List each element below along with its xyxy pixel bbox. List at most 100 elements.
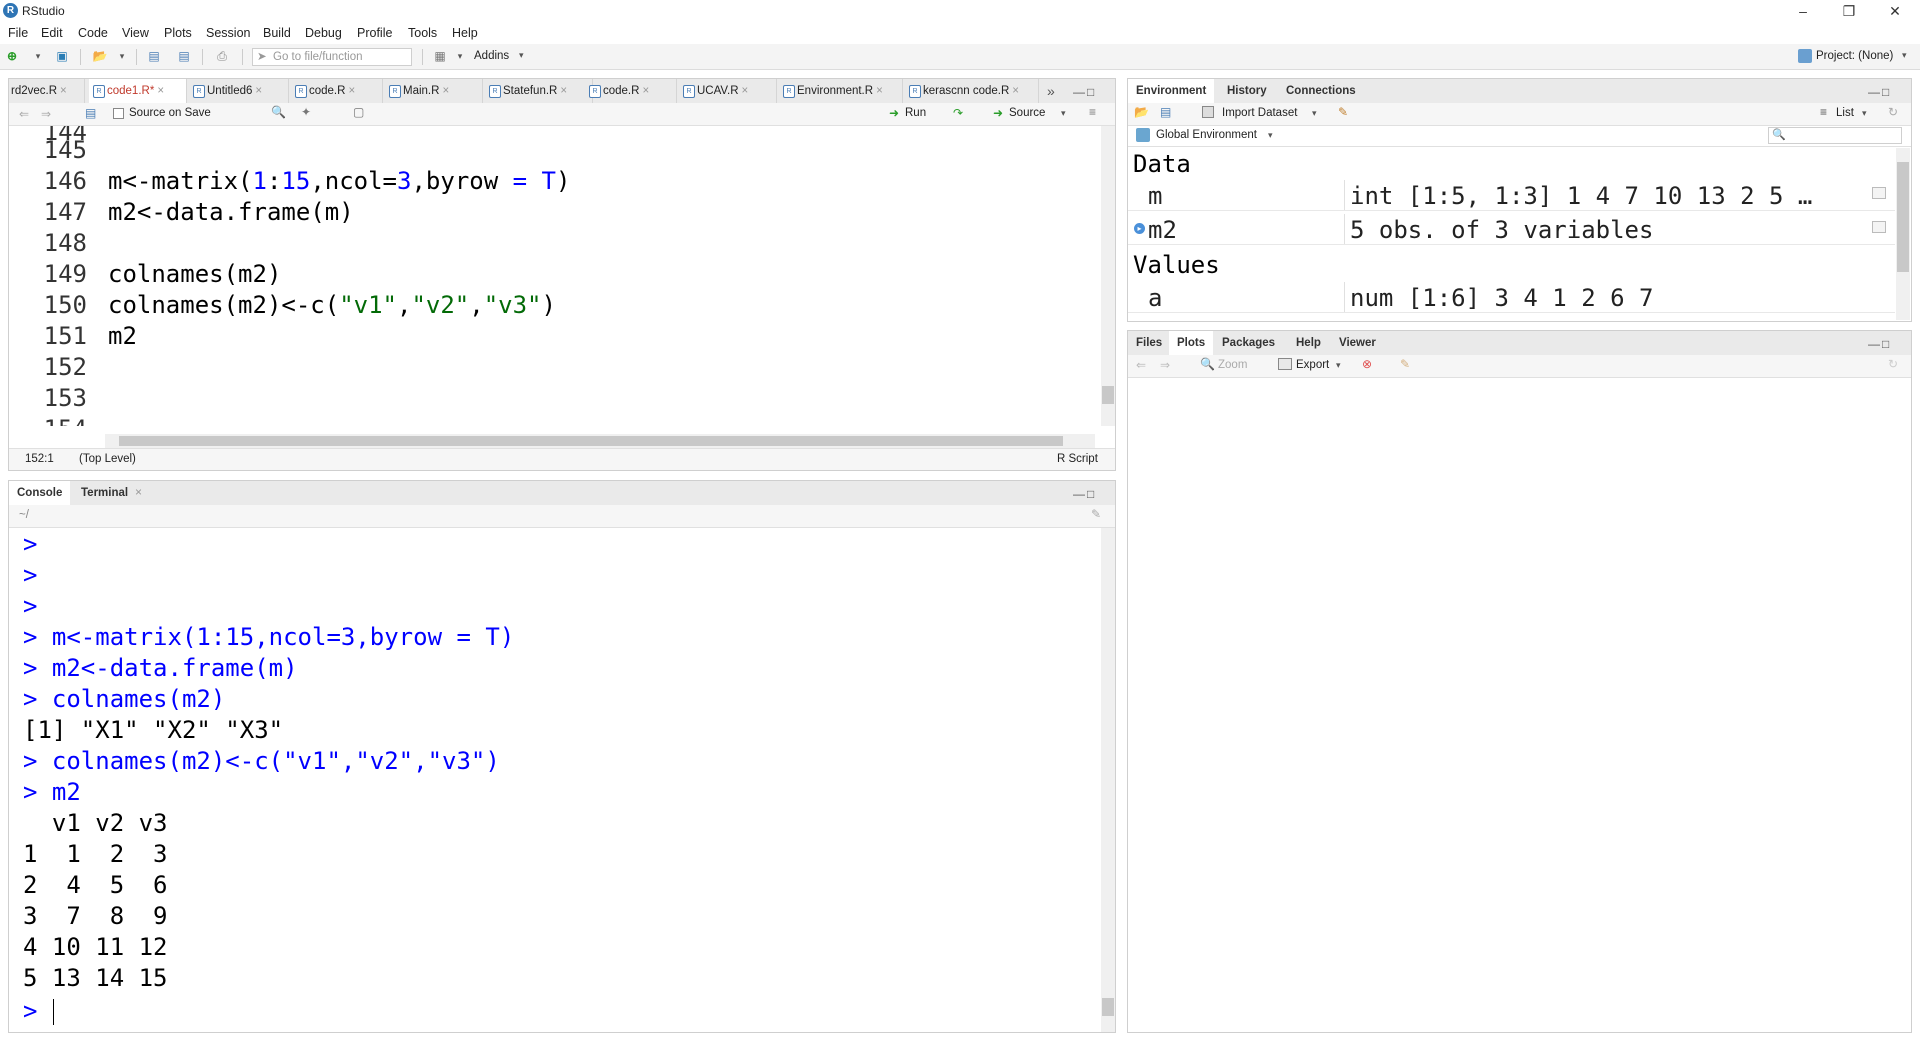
env-row[interactable]: m int [1:5, 1:3] 1 4 7 10 13 2 5 … (1128, 180, 1895, 211)
wand-icon[interactable]: ✦ (301, 105, 311, 119)
tab-file[interactable]: R UCAV.R × (679, 79, 777, 103)
console-output[interactable]: > > > > m<-matrix(1:15,ncol=3,byrow = T) > m… (9, 528, 1099, 1032)
source-button[interactable]: Source (1009, 107, 1045, 119)
console-input-line[interactable]: > (23, 997, 55, 1025)
menu-view[interactable]: View (122, 26, 149, 40)
tab-environment[interactable]: Environment (1128, 79, 1215, 103)
save-icon[interactable]: ▤ (146, 49, 162, 64)
close-icon[interactable]: × (876, 85, 883, 97)
scroll-thumb[interactable] (1102, 386, 1114, 404)
pane-minmax-icon[interactable]: —□ (1073, 487, 1096, 501)
compile-report-icon[interactable]: ▢ (353, 105, 364, 119)
menu-session[interactable]: Session (206, 26, 250, 40)
import-dropdown-icon[interactable]: ▾ (1312, 108, 1317, 119)
code-area[interactable]: 144 145 146 147 148 149 150 151 152 153 … (9, 126, 1099, 426)
pane-minmax-icon[interactable]: —□ (1073, 85, 1096, 99)
tab-history[interactable]: History (1219, 79, 1275, 103)
layout-dropdown-icon[interactable]: ▾ (452, 49, 468, 64)
tab-packages[interactable]: Packages (1214, 331, 1283, 355)
save-all-icon[interactable]: ▤ (176, 49, 192, 64)
tab-connections[interactable]: Connections (1278, 79, 1364, 103)
open-dropdown-icon[interactable]: ▾ (114, 49, 130, 64)
new-project-icon[interactable]: ▣ (54, 49, 70, 64)
close-icon[interactable]: × (60, 85, 67, 97)
env-row[interactable]: a num [1:6] 3 4 1 2 6 7 (1128, 282, 1895, 313)
print-icon[interactable]: ⎙ (214, 49, 230, 64)
editor-hscrollbar[interactable] (105, 434, 1095, 448)
scroll-thumb[interactable] (119, 436, 1063, 446)
env-search-input[interactable]: 🔍 (1768, 127, 1902, 144)
refresh-icon[interactable]: ↻ (1888, 105, 1898, 119)
tab-file[interactable]: Rkerascnn code.R × (905, 79, 1039, 103)
view-table-icon[interactable] (1872, 187, 1886, 199)
editor-vscrollbar[interactable] (1101, 126, 1115, 426)
scope-selector[interactable]: (Top Level) (79, 453, 136, 465)
menu-code[interactable]: Code (78, 26, 108, 40)
maximize-button[interactable]: ❐ (1826, 0, 1872, 22)
dropdown-arrow-icon[interactable]: ▾ (30, 49, 46, 64)
back-arrow-icon[interactable]: ⇐ (19, 107, 29, 121)
tab-files[interactable]: Files (1128, 331, 1170, 355)
close-icon[interactable]: × (642, 85, 649, 97)
export-dropdown-icon[interactable]: ▾ (1336, 360, 1341, 371)
run-button[interactable]: Run (905, 107, 926, 119)
prev-plot-icon[interactable]: ⇐ (1136, 358, 1146, 372)
rerun-icon[interactable]: ↷ (953, 106, 963, 120)
broom-icon[interactable]: ✎ (1338, 105, 1348, 119)
menu-file[interactable]: File (8, 26, 28, 40)
close-icon[interactable]: × (560, 85, 567, 97)
menu-profile[interactable]: Profile (357, 26, 392, 40)
close-icon[interactable]: × (348, 85, 355, 97)
close-icon[interactable]: × (742, 85, 749, 97)
refresh-icon[interactable]: ↻ (1888, 357, 1898, 371)
env-vscrollbar[interactable] (1896, 148, 1910, 320)
close-icon[interactable]: × (1012, 85, 1019, 97)
tab-file[interactable]: Rcode.R × (291, 79, 383, 103)
scope-dropdown-icon[interactable]: ▾ (1268, 130, 1273, 141)
file-type-selector[interactable]: R Script (1057, 453, 1098, 465)
tab-file-active[interactable]: Rcode1.R* × (89, 79, 187, 103)
remove-plot-icon[interactable]: ⊗ (1362, 357, 1372, 371)
expand-icon[interactable]: ▸ (1134, 223, 1145, 234)
console-vscrollbar[interactable] (1101, 528, 1115, 1032)
menu-tools[interactable]: Tools (408, 26, 437, 40)
view-table-icon[interactable] (1872, 221, 1886, 233)
tab-file[interactable]: R Environment.R × (779, 79, 903, 103)
tab-viewer[interactable]: Viewer (1331, 331, 1384, 355)
pane-minmax-icon[interactable]: —□ (1868, 85, 1891, 99)
tab-plots[interactable]: Plots (1169, 331, 1214, 355)
source-on-save-checkbox[interactable] (113, 108, 124, 119)
scroll-thumb[interactable] (1897, 162, 1909, 272)
goto-file-input[interactable]: ➤ Go to file/function (252, 48, 412, 66)
addins-menu[interactable]: Addins (474, 50, 509, 62)
open-file-icon[interactable]: 📂 (92, 49, 108, 64)
tab-file[interactable]: Rcode.R × (585, 79, 677, 103)
tab-terminal[interactable]: Terminal (73, 481, 136, 505)
zoom-button[interactable]: Zoom (1218, 359, 1247, 371)
tab-file[interactable]: R Main.R × (385, 79, 483, 103)
project-dropdown-icon[interactable]: ▾ (1902, 50, 1907, 61)
load-workspace-icon[interactable]: 📂 (1134, 105, 1149, 119)
tab-help[interactable]: Help (1288, 331, 1329, 355)
export-button[interactable]: Export (1296, 359, 1329, 371)
tab-file[interactable]: R Untitled6 × (189, 79, 289, 103)
search-icon[interactable]: 🔍 (271, 105, 286, 119)
menu-plots[interactable]: Plots (164, 26, 192, 40)
clear-console-icon[interactable]: ✎ (1091, 507, 1101, 521)
import-dataset-button[interactable]: Import Dataset (1222, 107, 1297, 119)
env-row[interactable]: ▸ m2 5 obs. of 3 variables (1128, 214, 1895, 245)
menu-help[interactable]: Help (452, 26, 478, 40)
close-button[interactable]: ✕ (1872, 0, 1918, 22)
forward-arrow-icon[interactable]: ⇒ (41, 107, 51, 121)
close-icon[interactable]: × (157, 85, 164, 97)
addins-dropdown-icon[interactable]: ▾ (519, 50, 524, 61)
next-plot-icon[interactable]: ⇒ (1160, 358, 1170, 372)
tab-file[interactable]: R Statefun.R × (485, 79, 593, 103)
save-icon[interactable]: ▤ (85, 106, 96, 120)
close-icon[interactable]: × (442, 85, 449, 97)
source-dropdown-icon[interactable]: ▾ (1061, 108, 1066, 119)
scroll-thumb[interactable] (1102, 998, 1114, 1016)
view-dropdown-icon[interactable]: ▾ (1862, 108, 1867, 119)
broom-icon[interactable]: ✎ (1400, 357, 1410, 371)
more-tabs-icon[interactable]: » (1047, 83, 1055, 99)
